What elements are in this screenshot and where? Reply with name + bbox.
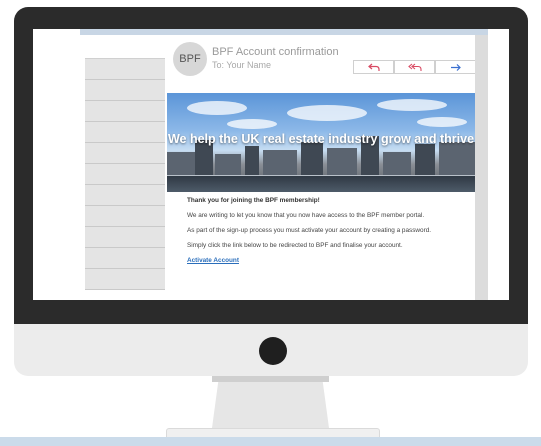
sidebar-item[interactable]	[85, 143, 165, 164]
reply-button[interactable]	[353, 60, 394, 74]
imac-illustration: BPF BPF Account confirmation To: Your Na…	[0, 0, 541, 446]
cloud-shape	[227, 119, 277, 129]
email-view: BPF BPF Account confirmation To: Your Na…	[167, 35, 476, 300]
sidebar-item[interactable]	[85, 185, 165, 206]
sender-avatar: BPF	[173, 42, 207, 76]
sidebar-item[interactable]	[85, 227, 165, 248]
reply-all-button[interactable]	[394, 60, 435, 74]
sidebar-item[interactable]	[85, 206, 165, 227]
hero-banner: We help the UK real estate industry grow…	[167, 93, 475, 192]
cloud-shape	[287, 105, 367, 121]
mail-sidebar	[85, 35, 165, 300]
sidebar-item[interactable]	[85, 59, 165, 80]
scrollbar-track[interactable]	[475, 35, 488, 300]
activate-account-link[interactable]: Activate Account	[187, 257, 239, 264]
stand-shadow	[212, 376, 329, 382]
sidebar-item[interactable]	[85, 101, 165, 122]
email-recipient: To: Your Name	[212, 60, 272, 70]
email-paragraph: As part of the sign-up process you must …	[187, 227, 432, 234]
forward-icon	[450, 63, 461, 71]
floor-strip	[0, 437, 541, 446]
email-paragraph: We are writing to let you know that you …	[187, 212, 425, 219]
sidebar-item[interactable]	[85, 122, 165, 143]
cloud-shape	[187, 101, 247, 115]
sidebar-item[interactable]	[85, 164, 165, 185]
reply-all-icon	[407, 63, 422, 71]
email-body: Thank you for joining the BPF membership…	[187, 197, 472, 272]
email-actions	[353, 60, 476, 74]
sidebar-item[interactable]	[85, 80, 165, 101]
monitor-screen: BPF BPF Account confirmation To: Your Na…	[33, 29, 509, 300]
email-greeting: Thank you for joining the BPF membership…	[187, 197, 320, 204]
hero-headline: We help the UK real estate industry grow…	[167, 132, 475, 146]
cloud-shape	[377, 99, 447, 111]
river-shape	[167, 176, 475, 192]
email-paragraph: Simply click the link below to be redire…	[187, 242, 403, 249]
monitor-logo-dot	[259, 337, 287, 365]
cloud-shape	[417, 117, 467, 127]
sidebar-item[interactable]	[85, 269, 165, 290]
forward-button[interactable]	[435, 60, 476, 74]
sidebar-item[interactable]	[85, 248, 165, 269]
email-subject: BPF Account confirmation	[212, 46, 339, 58]
sidebar-header	[85, 35, 165, 59]
monitor-stand	[212, 376, 329, 428]
reply-icon	[367, 63, 380, 71]
